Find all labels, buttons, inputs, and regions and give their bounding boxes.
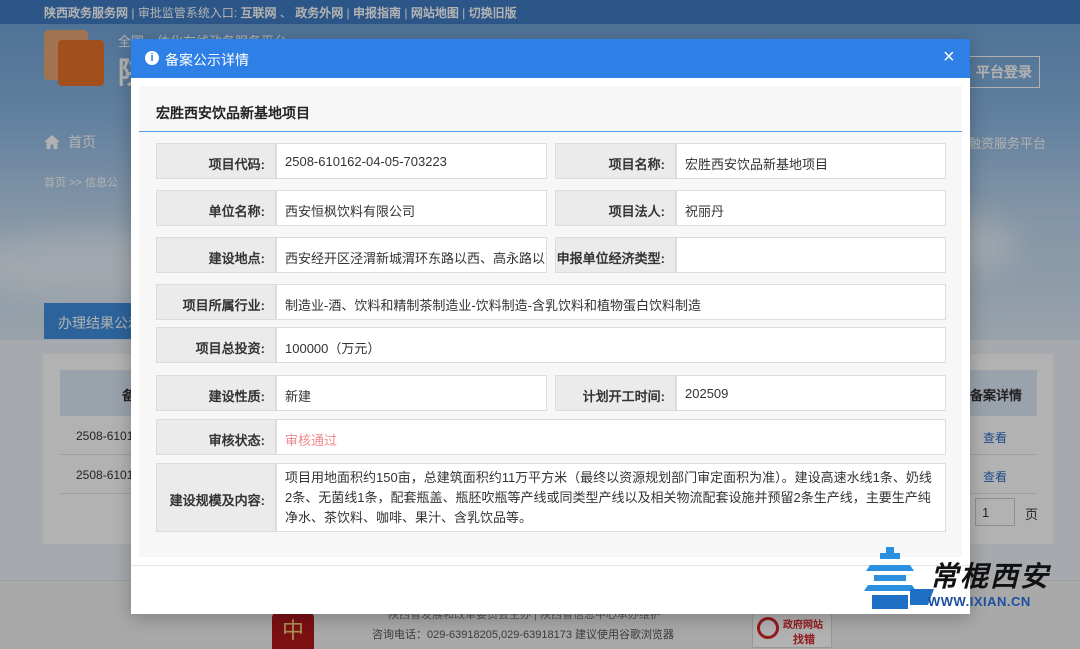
value-project-name: 宏胜西安饮品新基地项目	[676, 143, 946, 179]
record-detail-dialog: i 备案公示详情 × 宏胜西安饮品新基地项目 项目代码: 2508-610162…	[131, 39, 970, 614]
value-unit-name: 西安恒枫饮料有限公司	[276, 190, 547, 226]
label-industry: 项目所属行业:	[156, 284, 276, 320]
project-title: 宏胜西安饮品新基地项目	[156, 105, 310, 121]
value-scope-content: 项目用地面积约150亩，总建筑面积约11万平方米（最终以资源规划部门审定面积为准…	[276, 463, 946, 532]
value-construction-nature: 新建	[276, 375, 547, 411]
label-economic-type: 申报单位经济类型:	[555, 237, 676, 273]
label-review-status: 审核状态:	[156, 419, 276, 455]
label-total-investment: 项目总投资:	[156, 327, 276, 363]
value-legal-person: 祝丽丹	[676, 190, 946, 226]
value-total-investment: 100000（万元）	[276, 327, 946, 363]
watermark: 常棍西安 WWW.IXIAN.CN	[864, 545, 1064, 615]
info-icon: i	[145, 51, 159, 65]
title-divider	[139, 131, 962, 132]
status-badge: 审核通过	[276, 419, 946, 455]
label-construction-site: 建设地点:	[156, 237, 276, 273]
watermark-url: WWW.IXIAN.CN	[928, 594, 1031, 609]
value-project-code: 2508-610162-04-05-703223	[276, 143, 547, 179]
watermark-brand: 常棍西安	[930, 560, 1051, 593]
close-icon[interactable]: ×	[943, 46, 955, 68]
dialog-footer-divider	[131, 565, 970, 566]
label-legal-person: 项目法人:	[555, 190, 676, 226]
value-industry: 制造业-酒、饮料和精制茶制造业-饮料制造-含乳饮料和植物蛋白饮料制造	[276, 284, 946, 320]
label-planned-start: 计划开工时间:	[555, 375, 676, 411]
label-project-name: 项目名称:	[555, 143, 676, 179]
value-construction-site: 西安经开区泾渭新城渭环东路以西、高永路以南	[276, 237, 547, 273]
label-project-code: 项目代码:	[156, 143, 276, 179]
label-scope-content: 建设规模及内容:	[156, 463, 276, 532]
tower-logo-icon	[864, 547, 934, 609]
dialog-title: 备案公示详情	[165, 52, 249, 68]
dialog-body: 宏胜西安饮品新基地项目 项目代码: 2508-610162-04-05-7032…	[139, 86, 962, 557]
label-construction-nature: 建设性质:	[156, 375, 276, 411]
value-planned-start: 202509	[676, 375, 946, 411]
dialog-header: i 备案公示详情 ×	[131, 39, 970, 78]
label-unit-name: 单位名称:	[156, 190, 276, 226]
value-economic-type	[676, 237, 946, 273]
